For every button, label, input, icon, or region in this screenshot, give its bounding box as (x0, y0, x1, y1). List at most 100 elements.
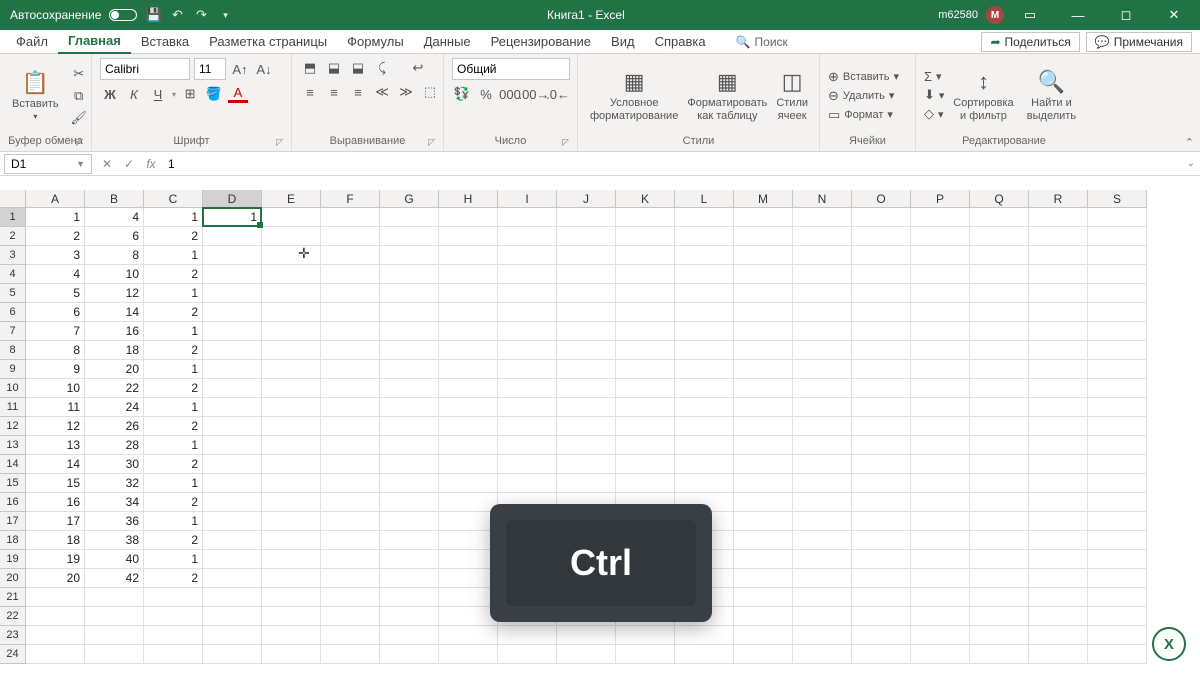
cell[interactable] (321, 341, 380, 360)
cell[interactable] (1029, 417, 1088, 436)
cell[interactable] (557, 227, 616, 246)
cell[interactable] (203, 645, 262, 664)
cell[interactable] (1029, 341, 1088, 360)
row-header[interactable]: 1 (0, 208, 26, 227)
cell[interactable] (852, 284, 911, 303)
cell[interactable] (734, 531, 793, 550)
cell[interactable] (1088, 607, 1147, 626)
cell[interactable] (852, 512, 911, 531)
row-header[interactable]: 23 (0, 626, 26, 645)
cell[interactable] (498, 227, 557, 246)
cell[interactable] (970, 493, 1029, 512)
cell[interactable] (380, 227, 439, 246)
cell[interactable]: 1 (203, 208, 262, 227)
cell[interactable]: 8 (85, 246, 144, 265)
cell[interactable] (203, 436, 262, 455)
cell[interactable] (911, 303, 970, 322)
autosave-toggle[interactable] (109, 9, 137, 21)
redo-icon[interactable]: ↷ (193, 7, 209, 23)
cell[interactable] (203, 322, 262, 341)
fill-button[interactable]: ⬇▾ (924, 87, 944, 103)
cell[interactable] (793, 417, 852, 436)
clear-button[interactable]: ◇▾ (924, 106, 944, 122)
column-header[interactable]: K (616, 190, 675, 208)
tab-вид[interactable]: Вид (601, 30, 645, 54)
accounting-icon[interactable]: 💱 (452, 84, 472, 104)
cell[interactable] (203, 512, 262, 531)
cell[interactable] (1029, 284, 1088, 303)
cell[interactable] (85, 645, 144, 664)
cell[interactable]: 19 (26, 550, 85, 569)
cell[interactable] (321, 398, 380, 417)
row-header[interactable]: 19 (0, 550, 26, 569)
cell[interactable] (675, 246, 734, 265)
cell[interactable] (616, 455, 675, 474)
cell[interactable] (439, 398, 498, 417)
cell[interactable] (203, 493, 262, 512)
cell[interactable] (852, 626, 911, 645)
format-cells-button[interactable]: ▭Формат ▾ (828, 107, 899, 123)
cell[interactable] (1088, 550, 1147, 569)
cell[interactable] (321, 569, 380, 588)
cell[interactable] (734, 588, 793, 607)
cell[interactable] (734, 474, 793, 493)
cell[interactable] (616, 303, 675, 322)
cell[interactable]: 10 (85, 265, 144, 284)
insert-cells-button[interactable]: ⊕Вставить ▾ (828, 69, 899, 85)
cell[interactable] (321, 246, 380, 265)
cell[interactable] (911, 360, 970, 379)
cell[interactable] (852, 455, 911, 474)
cell[interactable] (557, 398, 616, 417)
cell[interactable] (439, 417, 498, 436)
column-header[interactable]: S (1088, 190, 1147, 208)
cell[interactable] (321, 531, 380, 550)
cell[interactable] (439, 284, 498, 303)
column-header[interactable]: A (26, 190, 85, 208)
chevron-down-icon[interactable]: ▼ (76, 159, 85, 169)
cell[interactable]: 2 (144, 569, 203, 588)
cell[interactable] (793, 436, 852, 455)
cell[interactable] (852, 569, 911, 588)
cell[interactable] (262, 303, 321, 322)
cell[interactable] (911, 265, 970, 284)
cell[interactable]: 34 (85, 493, 144, 512)
cell[interactable] (321, 436, 380, 455)
cell[interactable] (203, 246, 262, 265)
cell[interactable]: 7 (26, 322, 85, 341)
user-avatar[interactable]: M (986, 6, 1004, 24)
cell[interactable] (144, 607, 203, 626)
cell[interactable] (970, 550, 1029, 569)
share-button[interactable]: ➦ Поделиться (981, 32, 1079, 52)
cell[interactable] (262, 208, 321, 227)
cell[interactable] (1029, 607, 1088, 626)
cell[interactable] (262, 455, 321, 474)
merge-icon[interactable]: ⬚ (420, 82, 440, 102)
cell[interactable] (557, 455, 616, 474)
comma-icon[interactable]: 000 (500, 84, 520, 104)
cell[interactable] (911, 531, 970, 550)
cell[interactable] (380, 322, 439, 341)
increase-font-icon[interactable]: A↑ (230, 59, 250, 79)
cell[interactable] (970, 512, 1029, 531)
cell[interactable] (1029, 265, 1088, 284)
cell[interactable] (144, 626, 203, 645)
cell[interactable] (911, 208, 970, 227)
cell[interactable]: 4 (26, 265, 85, 284)
cell[interactable]: 2 (144, 455, 203, 474)
cell[interactable] (1088, 436, 1147, 455)
cell[interactable] (439, 493, 498, 512)
column-header[interactable]: H (439, 190, 498, 208)
cell[interactable] (380, 246, 439, 265)
row-header[interactable]: 18 (0, 531, 26, 550)
cell[interactable] (1088, 341, 1147, 360)
cell[interactable] (380, 398, 439, 417)
cell[interactable] (970, 569, 1029, 588)
cell[interactable] (616, 626, 675, 645)
cell[interactable] (1029, 512, 1088, 531)
cell[interactable] (852, 398, 911, 417)
cell[interactable] (498, 474, 557, 493)
cell[interactable] (262, 246, 321, 265)
align-top-icon[interactable]: ⬒ (300, 58, 320, 78)
cell[interactable] (793, 398, 852, 417)
row-header[interactable]: 10 (0, 379, 26, 398)
